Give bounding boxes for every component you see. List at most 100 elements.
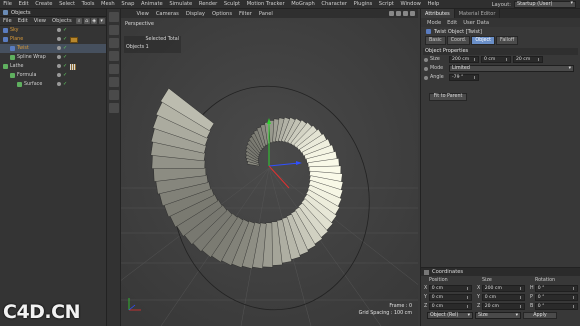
texture-mode-icon[interactable] (109, 103, 119, 113)
material-tag-icon[interactable] (70, 36, 78, 43)
menu-mograph[interactable]: MoGraph (288, 1, 318, 7)
obj-menu-edit[interactable]: Edit (15, 18, 31, 24)
tree-item[interactable]: Spline Wrap ✓ (0, 53, 106, 62)
size-anim-dot[interactable] (424, 57, 428, 62)
layout-dropdown[interactable]: Startup (User) (514, 1, 576, 8)
orbit-icon[interactable] (403, 10, 408, 16)
position-field[interactable]: 0 cm (428, 303, 472, 310)
tree-item[interactable]: Surface ✓ (0, 80, 106, 89)
edges-mode-icon[interactable] (109, 64, 119, 74)
menu-window[interactable]: Window (397, 1, 424, 7)
menu-sculpt[interactable]: Sculpt (221, 1, 244, 7)
rotation-field[interactable]: 0 ° (534, 285, 578, 292)
menu-render[interactable]: Render (196, 1, 221, 7)
visibility-dot-icon[interactable] (57, 45, 61, 50)
mode-anim-dot[interactable] (424, 66, 428, 71)
viewport-scene[interactable] (121, 18, 418, 326)
visibility-dot-icon[interactable] (57, 54, 61, 59)
menu-script[interactable]: Script (376, 1, 398, 7)
rotation-field[interactable]: 0 ° (534, 294, 578, 301)
angle-anim-dot[interactable] (424, 75, 428, 80)
vp-menu-options[interactable]: Options (209, 11, 236, 17)
menu-help[interactable]: Help (424, 1, 442, 7)
texture-tag-icon[interactable] (70, 63, 76, 70)
menu-character[interactable]: Character (318, 1, 350, 7)
tree-item[interactable]: Twist ✓ (0, 44, 106, 53)
menu-mesh[interactable]: Mesh (98, 1, 118, 7)
mode-dropdown[interactable]: Limited (449, 65, 574, 72)
tab-basic[interactable]: Basic (425, 36, 446, 45)
angle-field[interactable]: -79 ° (449, 74, 479, 81)
menu-tools[interactable]: Tools (78, 1, 97, 7)
vp-menu-filter[interactable]: Filter (236, 11, 256, 17)
menu-create[interactable]: Create (32, 1, 56, 7)
enabled-check-icon[interactable]: ✓ (63, 63, 68, 69)
vp-menu-view[interactable]: View (133, 11, 152, 17)
menu-edit[interactable]: Edit (15, 1, 32, 7)
vp-menu-display[interactable]: Display (182, 11, 208, 17)
size-field[interactable]: 0 cm (481, 294, 525, 301)
tab-coord[interactable]: Coord. (446, 36, 471, 45)
tree-item[interactable]: Sky ✓ (0, 26, 106, 35)
tab-material-editor[interactable]: Material Editor (455, 9, 501, 18)
tree-item[interactable]: Lathe ✓ (0, 62, 106, 71)
position-field[interactable]: 0 cm (428, 294, 472, 301)
obj-menu-file[interactable]: File (0, 18, 15, 24)
menu-motion-tracker[interactable]: Motion Tracker (243, 1, 288, 7)
visibility-dot-icon[interactable] (57, 27, 61, 32)
tab-falloff[interactable]: Falloff (496, 36, 519, 45)
rotate-tool-icon[interactable] (109, 38, 119, 48)
obj-menu-objects[interactable]: Objects (49, 18, 75, 24)
home-icon[interactable]: ⌂ (83, 18, 90, 24)
search-icon[interactable]: ⌕ (76, 18, 83, 24)
menu-simulate[interactable]: Simulate (166, 1, 196, 7)
attr-menu-userdata[interactable]: User Data (460, 20, 492, 26)
filter-icon[interactable]: ▾ (98, 18, 105, 24)
menu-snap[interactable]: Snap (118, 1, 138, 7)
scale-tool-icon[interactable] (109, 25, 119, 35)
size-y-field[interactable]: 0 cm (481, 56, 511, 63)
pan-icon[interactable] (389, 10, 394, 16)
menu-file[interactable]: File (0, 1, 15, 7)
enabled-check-icon[interactable]: ✓ (63, 36, 68, 42)
fit-to-parent-button[interactable]: Fit to Parent (429, 93, 467, 101)
move-tool-icon[interactable] (109, 12, 119, 22)
obj-menu-view[interactable]: View (31, 18, 49, 24)
enabled-check-icon[interactable]: ✓ (63, 27, 68, 33)
size-x-field[interactable]: 200 cm (449, 56, 479, 63)
maximize-icon[interactable] (410, 10, 415, 16)
size-field[interactable]: 20 cm (481, 303, 525, 310)
enabled-check-icon[interactable]: ✓ (63, 45, 68, 51)
zoom-icon[interactable] (396, 10, 401, 16)
model-mode-icon[interactable] (109, 90, 119, 100)
polygons-mode-icon[interactable] (109, 77, 119, 87)
menu-plugins[interactable]: Plugins (350, 1, 375, 7)
visibility-dot-icon[interactable] (57, 36, 61, 41)
viewport[interactable]: View Cameras Display Options Filter Pane… (121, 9, 418, 326)
vp-menu-cameras[interactable]: Cameras (152, 11, 182, 17)
enabled-check-icon[interactable]: ✓ (63, 72, 68, 78)
visibility-dot-icon[interactable] (57, 81, 61, 86)
size-z-field[interactable]: 20 cm (513, 56, 543, 63)
visibility-dot-icon[interactable] (57, 72, 61, 77)
tree-item[interactable]: Plane ✓ (0, 35, 106, 44)
tree-item[interactable]: Formula ✓ (0, 71, 106, 80)
coord-mode-dropdown[interactable]: Object (Rel) (427, 312, 473, 319)
tab-attributes[interactable]: Attributes (421, 9, 455, 18)
coord-size-dropdown[interactable]: Size (475, 312, 521, 319)
size-field[interactable]: 200 cm (481, 285, 525, 292)
tab-object[interactable]: Object (471, 36, 496, 45)
tag-icon[interactable]: ◈ (91, 18, 98, 24)
points-mode-icon[interactable] (109, 51, 119, 61)
attr-menu-edit[interactable]: Edit (444, 20, 460, 26)
menu-animate[interactable]: Animate (138, 1, 166, 7)
apply-button[interactable]: Apply (523, 312, 557, 319)
rotation-field[interactable]: 0 ° (534, 303, 578, 310)
enabled-check-icon[interactable]: ✓ (63, 81, 68, 87)
visibility-dot-icon[interactable] (57, 63, 61, 68)
enabled-check-icon[interactable]: ✓ (63, 54, 68, 60)
vp-menu-panel[interactable]: Panel (255, 11, 276, 17)
position-field[interactable]: 0 cm (428, 285, 472, 292)
menu-select[interactable]: Select (56, 1, 79, 7)
attr-menu-mode[interactable]: Mode (424, 20, 444, 26)
